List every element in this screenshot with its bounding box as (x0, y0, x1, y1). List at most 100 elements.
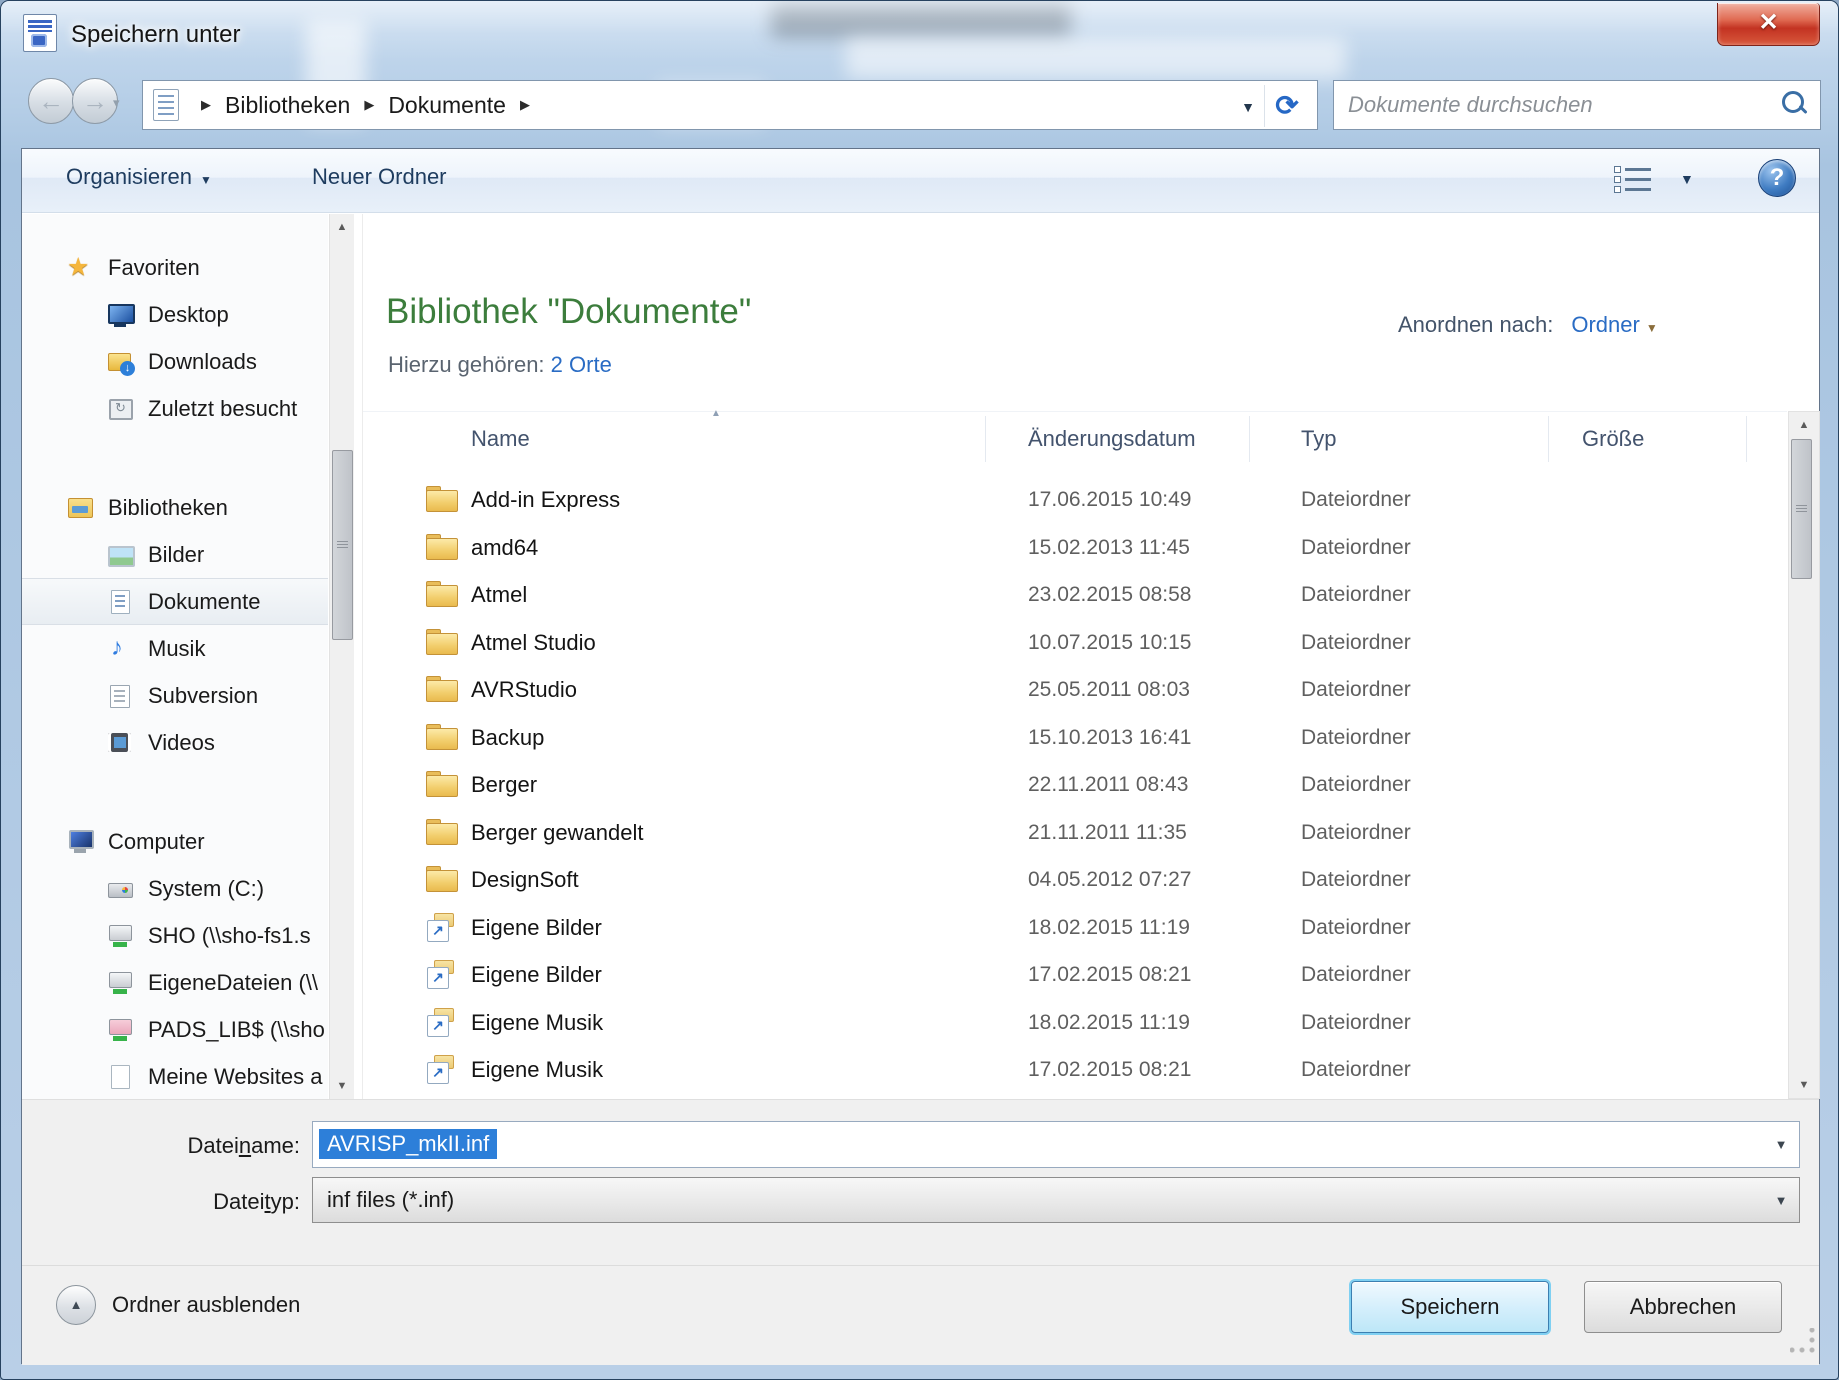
scroll-up-icon[interactable]: ▲ (330, 214, 354, 240)
column-separator[interactable] (1746, 416, 1747, 462)
includes-link[interactable]: 2 Orte (551, 352, 612, 377)
close-button[interactable]: ✕ (1717, 3, 1820, 46)
sort-ascending-icon: ▲ (711, 408, 721, 419)
sidebar-item-subversion[interactable]: Subversion (22, 672, 328, 719)
file-row-eigene-musik[interactable]: Eigene Musik18.02.2015 11:19Dateiordner (363, 999, 1787, 1047)
filename-dropdown-icon[interactable]: ▼ (1765, 1124, 1797, 1165)
column-separator[interactable] (1249, 416, 1250, 462)
forward-button[interactable]: → (72, 78, 118, 124)
sidebar-section-header-computer[interactable]: Computer (22, 818, 328, 865)
refresh-icon[interactable]: ⟳ (1267, 85, 1307, 127)
file-name: Eigene Bilder (471, 915, 602, 941)
search-input[interactable] (1334, 92, 1778, 118)
file-date: 18.02.2015 11:19 (1028, 1011, 1190, 1035)
column-header-type[interactable]: Typ (1301, 426, 1336, 452)
list-view-icon (1614, 166, 1654, 194)
sidebar-item-system-c[interactable]: System (C:) (22, 865, 328, 912)
sidebar-item-dokumente[interactable]: Dokumente (22, 578, 328, 625)
filename-label: Dateiname: (30, 1133, 300, 1159)
file-row-atmel[interactable]: Atmel23.02.2015 08:58Dateiordner (363, 571, 1787, 619)
file-row-atmel-studio[interactable]: Atmel Studio10.07.2015 10:15Dateiordner (363, 619, 1787, 667)
file-row-amd64[interactable]: amd6415.02.2013 11:45Dateiordner (363, 524, 1787, 572)
sidebar-item-zuletzt-besucht[interactable]: Zuletzt besucht (22, 385, 328, 432)
file-date: 17.06.2015 10:49 (1028, 488, 1192, 512)
folder-icon (425, 769, 459, 799)
column-header-date[interactable]: Änderungsdatum (1028, 426, 1196, 452)
file-scrollbar-thumb[interactable] (1791, 439, 1812, 579)
file-row-add-in-express[interactable]: Add-in Express17.06.2015 10:49Dateiordne… (363, 476, 1787, 524)
footer-separator (22, 1265, 1819, 1266)
sidebar-item-label: Downloads (148, 349, 257, 375)
file-date: 15.10.2013 16:41 (1028, 726, 1192, 750)
save-button[interactable]: Speichern (1351, 1281, 1549, 1333)
file-row-eigene-bilder[interactable]: Eigene Bilder17.02.2015 08:21Dateiordner (363, 951, 1787, 999)
file-type: Dateiordner (1301, 868, 1411, 892)
back-button[interactable]: ← (28, 78, 74, 124)
sidebar-item-label: System (C:) (148, 876, 264, 902)
column-separator[interactable] (1548, 416, 1549, 462)
search-icon[interactable] (1778, 88, 1812, 122)
collapse-up-icon: ▲ (56, 1285, 96, 1325)
scroll-down-icon[interactable]: ▼ (1789, 1072, 1819, 1098)
file-row-berger-gewandelt[interactable]: Berger gewandelt21.11.2011 11:35Dateiord… (363, 809, 1787, 857)
folder-icon (425, 817, 459, 847)
sidebar-item-eigenedateien[interactable]: EigeneDateien (\\ (22, 959, 328, 1006)
sidebar-item-meine-websites-a[interactable]: Meine Websites a (22, 1053, 328, 1099)
network-icon (106, 969, 134, 997)
save-as-dialog-window: Speichern unter ✕ ← → ▾ ▶Bibliotheken▶Do… (0, 0, 1839, 1380)
videos-icon (106, 729, 134, 757)
file-row-berger[interactable]: Berger22.11.2011 08:43Dateiordner (363, 761, 1787, 809)
column-separator[interactable] (985, 416, 986, 462)
breadcrumb-item-bibliotheken[interactable]: Bibliotheken (225, 92, 350, 119)
browser-area: FavoritenDesktop Downloads Zuletzt besucht… (22, 214, 1819, 1099)
file-date: 21.11.2011 11:35 (1028, 821, 1187, 845)
new-folder-button[interactable]: Neuer Ordner (312, 164, 447, 190)
column-header-size[interactable]: Größe (1582, 426, 1644, 452)
file-row-designsoft[interactable]: DesignSoft04.05.2012 07:27Dateiordner (363, 856, 1787, 904)
hide-folders-button[interactable]: ▲ Ordner ausblenden (56, 1285, 300, 1325)
resize-grip[interactable] (1790, 1328, 1816, 1354)
includes-label: Hierzu gehören: (388, 352, 545, 377)
help-button[interactable]: ? (1758, 159, 1796, 197)
sidebar-section-bibliotheken: BibliothekenBilderDokumenteMusikSubversi… (22, 484, 328, 766)
file-row-eigene-musik[interactable]: Eigene Musik17.02.2015 08:21Dateiordner (363, 1046, 1787, 1094)
sidebar-item-downloads[interactable]: Downloads (22, 338, 328, 385)
sidebar-item-musik[interactable]: Musik (22, 625, 328, 672)
sidebar-item-videos[interactable]: Videos (22, 719, 328, 766)
filetype-dropdown-icon[interactable]: ▼ (1765, 1180, 1797, 1220)
change-view-button[interactable]: ▼ (1614, 163, 1706, 199)
breadcrumb-item-dokumente[interactable]: Dokumente (388, 92, 506, 119)
file-row-backup[interactable]: Backup15.10.2013 16:41Dateiordner (363, 714, 1787, 762)
location-document-icon (153, 89, 179, 121)
file-list-scrollbar[interactable]: ▲ ▼ (1788, 411, 1820, 1099)
sidebar-scrollbar[interactable]: ▲ ▼ (329, 214, 354, 1099)
hide-folders-label: Ordner ausblenden (112, 1292, 300, 1318)
sidebar-item-sho-sho-fs1-s[interactable]: SHO (\\sho-fs1.s (22, 912, 328, 959)
column-header-row: Name ▲ Änderungsdatum Typ Größe (363, 411, 1787, 466)
history-chevron-icon[interactable]: ▾ (113, 95, 120, 111)
sidebar-item-pads-lib-sho[interactable]: PADS_LIB$ (\\sho (22, 1006, 328, 1053)
organize-button[interactable]: Organisieren▼ (66, 164, 212, 190)
filetype-select[interactable]: inf files (*.inf) ▼ (312, 1177, 1800, 1223)
file-type: Dateiordner (1301, 536, 1411, 560)
cancel-button[interactable]: Abbrechen (1584, 1281, 1782, 1333)
filename-input[interactable]: AVRISP_mkII.inf ▼ (312, 1121, 1800, 1168)
address-dropdown-icon[interactable]: ▼ (1241, 99, 1255, 115)
address-bar[interactable]: ▶Bibliotheken▶Dokumente▶ ▼ ⟳ (142, 80, 1318, 130)
column-header-name[interactable]: Name (471, 426, 530, 452)
sidebar-scrollbar-thumb[interactable] (332, 450, 353, 640)
scroll-up-icon[interactable]: ▲ (1789, 412, 1819, 438)
folder-icon (425, 532, 459, 562)
sidebar-item-bilder[interactable]: Bilder (22, 531, 328, 578)
sidebar-item-desktop[interactable]: Desktop (22, 291, 328, 338)
sidebar-section-header-favoriten[interactable]: Favoriten (22, 244, 328, 291)
scroll-down-icon[interactable]: ▼ (330, 1073, 354, 1099)
sidebar-section-header-bibliotheken[interactable]: Bibliotheken (22, 484, 328, 531)
arrange-value-button[interactable]: Ordner (1571, 312, 1639, 337)
desktop-icon (106, 301, 134, 329)
inf-setup-file-icon (23, 14, 57, 52)
pictures-icon (106, 541, 134, 569)
file-row-avrstudio[interactable]: AVRStudio25.05.2011 08:03Dateiordner (363, 666, 1787, 714)
arrange-caret-icon: ▼ (1646, 321, 1658, 335)
file-row-eigene-bilder[interactable]: Eigene Bilder18.02.2015 11:19Dateiordner (363, 904, 1787, 952)
